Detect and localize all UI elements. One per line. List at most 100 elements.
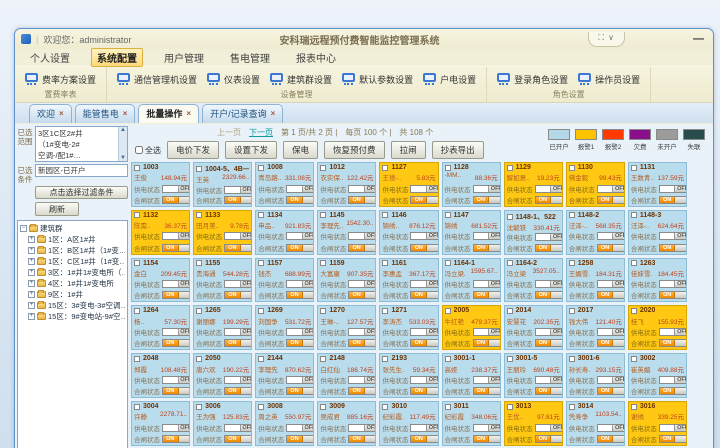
meter-card[interactable]: 1265 谢丽娜 199.29元 供电状态 OFF — [193, 305, 252, 350]
next-page-link[interactable]: 下一页 — [249, 127, 273, 138]
batch-action-button[interactable]: 电价下发 — [167, 141, 219, 159]
expander-icon[interactable]: + — [28, 302, 35, 309]
menu-item[interactable]: 个人设置 — [25, 49, 75, 66]
meter-card[interactable]: 1155 贵海通 544.28元 供电状态 OFF — [193, 258, 252, 303]
supply-status-toggle[interactable]: OFF — [535, 185, 563, 193]
card-checkbox[interactable] — [196, 212, 202, 218]
supply-status-toggle[interactable]: OFF — [224, 424, 252, 432]
supply-status-toggle[interactable]: OFF — [473, 232, 501, 240]
switch-status-toggle[interactable]: ON — [348, 291, 376, 299]
expander-icon[interactable]: + — [28, 313, 35, 320]
menu-item[interactable]: 报表中心 — [291, 49, 341, 66]
meter-card[interactable]: 3016 谢绣 339.25元 供电状态 OFF — [628, 401, 687, 446]
refresh-button[interactable]: 刷新 — [35, 202, 79, 216]
select-all[interactable]: 全选 — [135, 145, 161, 156]
supply-status-toggle[interactable]: OFF — [597, 232, 625, 240]
supply-status-toggle[interactable]: OFF — [224, 376, 252, 384]
supply-status-toggle[interactable]: OFF — [348, 280, 376, 288]
meter-card[interactable]: 1128 -MM.. 88.36元 供电状态 OFF — [442, 162, 501, 207]
prev-page-link[interactable]: 上一页 — [217, 127, 241, 138]
tree-item[interactable]: + 3区：1#井1#变电所（… — [20, 267, 125, 278]
card-checkbox[interactable] — [320, 356, 326, 362]
card-checkbox[interactable] — [134, 260, 140, 266]
switch-status-toggle[interactable]: ON — [659, 291, 687, 299]
menu-item[interactable]: 用户管理 — [159, 49, 209, 66]
chevron-down-icon[interactable]: ∨ — [608, 33, 614, 42]
meter-card[interactable]: 1159 大富康 907.35元 供电状态 OFF — [317, 258, 376, 303]
card-checkbox[interactable] — [196, 166, 202, 172]
supply-status-toggle[interactable]: OFF — [659, 232, 687, 240]
switch-status-toggle[interactable]: ON — [597, 196, 625, 204]
expander-icon[interactable]: + — [28, 258, 35, 265]
supply-status-toggle[interactable]: OFF — [162, 376, 190, 384]
card-checkbox[interactable] — [196, 308, 202, 314]
ribbon-button[interactable]: 默认参数设置 — [342, 73, 413, 86]
supply-status-toggle[interactable]: OFF — [410, 424, 438, 432]
switch-status-toggle[interactable]: ON — [162, 435, 190, 443]
meter-card[interactable]: 1269 刘国争 531.72元 供电状态 OFF — [255, 305, 314, 350]
supply-status-toggle[interactable]: OFF — [410, 232, 438, 240]
supply-status-toggle[interactable]: OFF — [410, 376, 438, 384]
tree-item[interactable]: + 9区：1#井 — [20, 289, 125, 300]
ribbon-button[interactable]: 登录角色设置 — [497, 73, 568, 86]
switch-status-toggle[interactable]: ON — [473, 339, 501, 347]
switch-status-toggle[interactable]: ON — [659, 435, 687, 443]
supply-status-toggle[interactable]: OFF — [162, 328, 190, 336]
switch-status-toggle[interactable]: ON — [162, 291, 190, 299]
card-checkbox[interactable] — [507, 165, 513, 171]
supply-status-toggle[interactable]: OFF — [473, 185, 501, 193]
batch-action-button[interactable]: 拉闸 — [391, 141, 426, 159]
switch-status-toggle[interactable]: ON — [410, 196, 438, 204]
select-all-checkbox[interactable] — [135, 146, 143, 154]
switch-status-toggle[interactable]: ON — [659, 196, 687, 204]
switch-status-toggle[interactable]: ON — [473, 244, 501, 252]
card-checkbox[interactable] — [320, 212, 326, 218]
card-checkbox[interactable] — [445, 404, 451, 410]
meter-card[interactable]: 3013 王优.. 97.81元 供电状态 OFF — [504, 401, 563, 446]
meter-card[interactable]: 1003 王俊 148.94元 供电状态 OFF — [131, 162, 190, 207]
meter-card[interactable]: 1130 佛金毅 99.43元 供电状态 OFF — [566, 162, 625, 207]
card-checkbox[interactable] — [134, 356, 140, 362]
card-checkbox[interactable] — [507, 308, 513, 314]
batch-action-button[interactable]: 恢复预付费 — [324, 141, 385, 159]
switch-status-toggle[interactable]: ON — [473, 387, 501, 395]
supply-status-toggle[interactable]: OFF — [597, 376, 625, 384]
switch-status-toggle[interactable]: ON — [410, 244, 438, 252]
supply-status-toggle[interactable]: OFF — [535, 280, 563, 288]
meter-card[interactable]: 1129 解如意.. 19.23元 供电状态 OFF — [504, 162, 563, 207]
meter-card[interactable]: 1004-5、4B— 王英 2329.66.. 供电状态 OFF — [193, 162, 252, 207]
expander-icon[interactable]: + — [28, 269, 35, 276]
meter-card[interactable]: 1148-3 汪泽-.. 624.64元 供电状态 OFF — [628, 210, 687, 255]
card-checkbox[interactable] — [445, 356, 451, 362]
ribbon-button[interactable]: 仪表设置 — [207, 73, 260, 86]
meter-card[interactable]: 1154 金白 209.45元 供电状态 OFF — [131, 258, 190, 303]
card-checkbox[interactable] — [631, 404, 637, 410]
supply-status-toggle[interactable]: OFF — [162, 185, 190, 193]
card-checkbox[interactable] — [445, 165, 451, 171]
meter-card[interactable]: 1133 田月美.. 9.78元 供电状态 OFF — [193, 210, 252, 255]
card-checkbox[interactable] — [258, 165, 264, 171]
card-checkbox[interactable] — [258, 260, 264, 266]
meter-card[interactable]: 1148-1、522 沈毓铁 330.41元 供电状态 OFF — [504, 210, 563, 255]
switch-status-toggle[interactable]: ON — [597, 339, 625, 347]
tree-item[interactable]: + 1区：C区1#井（1#变… — [20, 256, 125, 267]
switch-status-toggle[interactable]: ON — [224, 244, 252, 252]
meter-card[interactable]: 3008 周之英 550.97元 供电状态 OFF — [255, 401, 314, 446]
supply-status-toggle[interactable]: OFF — [348, 376, 376, 384]
card-checkbox[interactable] — [507, 356, 513, 362]
card-checkbox[interactable] — [196, 356, 202, 362]
switch-status-toggle[interactable]: ON — [286, 387, 314, 395]
meter-card[interactable]: 3011 纪彩霞 348.06元 供电状态 OFF — [442, 401, 501, 446]
meter-card[interactable]: 1132 陈需.. 36.37元 供电状态 OFF — [131, 210, 190, 255]
switch-status-toggle[interactable]: ON — [162, 339, 190, 347]
meter-card[interactable]: 1157 钱杰 688.99元 供电状态 OFF — [255, 258, 314, 303]
meter-card[interactable]: 1146 锦绣.. 876.12元 供电状态 OFF — [379, 210, 438, 255]
supply-status-toggle[interactable]: OFF — [597, 424, 625, 432]
card-checkbox[interactable] — [445, 308, 451, 314]
document-tab[interactable]: 批量操作 × — [138, 104, 199, 123]
card-checkbox[interactable] — [134, 165, 140, 171]
switch-status-toggle[interactable]: ON — [286, 244, 314, 252]
batch-action-button[interactable]: 保电 — [283, 141, 318, 159]
supply-status-toggle[interactable]: OFF — [659, 280, 687, 288]
meter-card[interactable]: 3001-1 高娅 238.37元 供电状态 OFF — [442, 353, 501, 398]
